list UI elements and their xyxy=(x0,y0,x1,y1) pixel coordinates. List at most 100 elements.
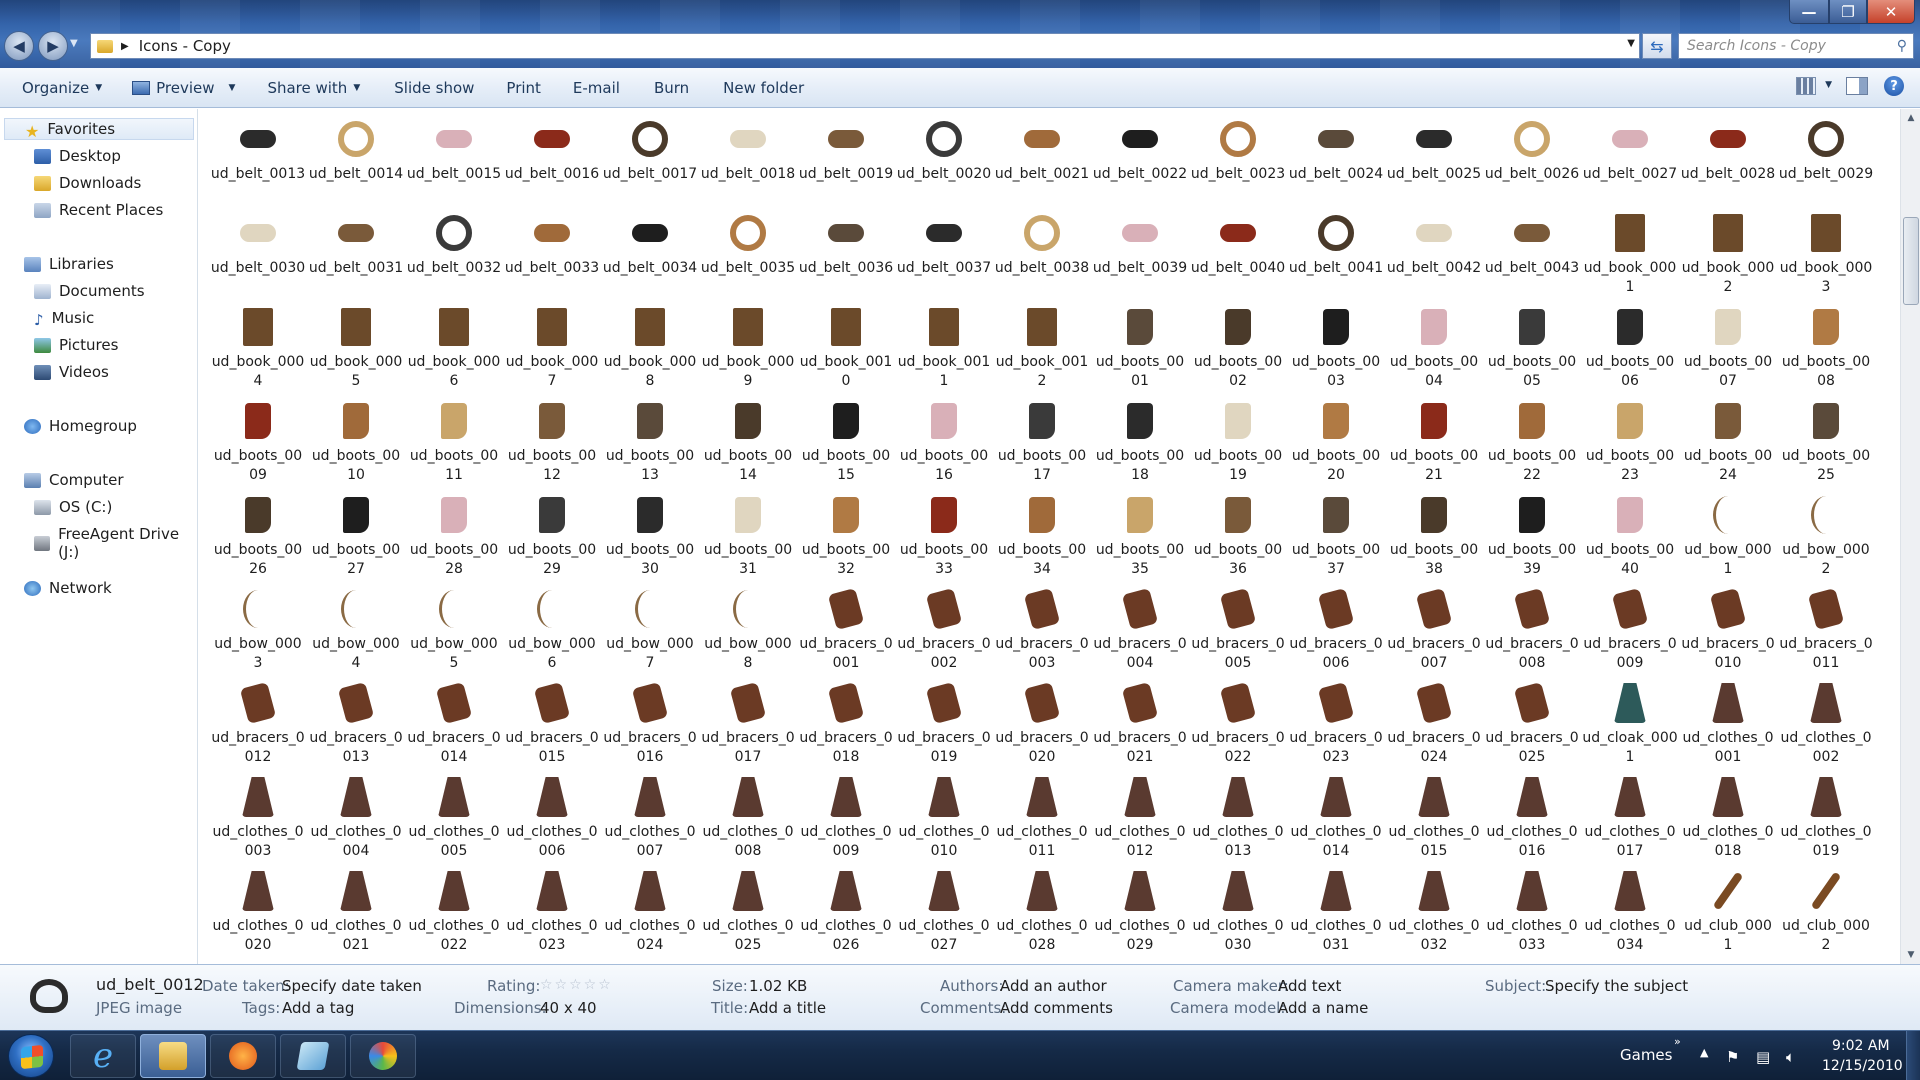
file-thumbnail[interactable] xyxy=(1412,117,1456,161)
file-item[interactable]: ud_clothes_0020 xyxy=(209,867,307,961)
file-name-label[interactable]: ud_bracers_0013 xyxy=(308,729,404,767)
file-name-label[interactable]: ud_bracers_0017 xyxy=(700,729,796,767)
file-item[interactable]: ud_clothes_0019 xyxy=(1777,773,1875,867)
file-item[interactable]: ud_belt_0019 xyxy=(797,115,895,209)
file-name-label[interactable]: ud_boots_0025 xyxy=(1778,447,1874,485)
file-item[interactable]: ud_belt_0034 xyxy=(601,209,699,303)
taskbar-internet-explorer[interactable]: e xyxy=(70,1034,136,1078)
file-item[interactable]: ud_boots_0007 xyxy=(1679,303,1777,397)
file-item[interactable]: ud_belt_0039 xyxy=(1091,209,1189,303)
file-name-label[interactable]: ud_bracers_0007 xyxy=(1386,635,1482,673)
file-item[interactable]: ud_clothes_0014 xyxy=(1287,773,1385,867)
file-list[interactable]: ud_belt_0013 ud_belt_0014 ud_belt_0015 ud_b… xyxy=(199,109,1900,964)
file-name-label[interactable]: ud_boots_0013 xyxy=(602,447,698,485)
file-thumbnail[interactable] xyxy=(1412,211,1456,255)
file-name-label[interactable]: ud_book_0001 xyxy=(1582,259,1678,297)
file-name-label[interactable]: ud_boots_0014 xyxy=(700,447,796,485)
file-thumbnail[interactable] xyxy=(236,775,280,819)
file-name-label[interactable]: ud_clothes_0014 xyxy=(1288,823,1384,861)
file-item[interactable]: ud_clothes_0017 xyxy=(1581,773,1679,867)
file-name-label[interactable]: ud_boots_0037 xyxy=(1288,541,1384,579)
file-item[interactable]: ud_boots_0013 xyxy=(601,397,699,491)
file-thumbnail[interactable] xyxy=(726,681,770,725)
file-name-label[interactable]: ud_bow_0005 xyxy=(406,635,502,673)
file-thumbnail[interactable] xyxy=(1118,493,1162,537)
breadcrumb-current-folder[interactable]: Icons - Copy xyxy=(139,37,231,55)
file-thumbnail[interactable] xyxy=(922,399,966,443)
file-thumbnail[interactable] xyxy=(1216,117,1260,161)
file-name-label[interactable]: ud_bracers_0011 xyxy=(1778,635,1874,673)
file-item[interactable]: ud_bracers_0008 xyxy=(1483,585,1581,679)
file-thumbnail[interactable] xyxy=(1706,305,1750,349)
file-name-label[interactable]: ud_belt_0015 xyxy=(406,165,502,184)
file-item[interactable]: ud_clothes_0004 xyxy=(307,773,405,867)
file-item[interactable]: ud_clothes_0018 xyxy=(1679,773,1777,867)
file-item[interactable]: ud_bracers_0012 xyxy=(209,679,307,773)
file-item[interactable]: ud_belt_0025 xyxy=(1385,115,1483,209)
file-thumbnail[interactable] xyxy=(530,493,574,537)
slide-show-button[interactable]: Slide show xyxy=(372,68,486,107)
vertical-scrollbar[interactable]: ▲ ▼ xyxy=(1900,109,1920,964)
file-thumbnail[interactable] xyxy=(922,587,966,631)
file-name-label[interactable]: ud_clothes_0033 xyxy=(1484,917,1580,955)
file-name-label[interactable]: ud_boots_0004 xyxy=(1386,353,1482,391)
subject-field[interactable]: Specify the subject xyxy=(1545,977,1688,995)
file-item[interactable]: ud_bow_0002 xyxy=(1777,491,1875,585)
file-name-label[interactable]: ud_bracers_0016 xyxy=(602,729,698,767)
file-item[interactable]: ud_belt_0038 xyxy=(993,209,1091,303)
nav-downloads[interactable]: Downloads xyxy=(34,174,141,192)
file-name-label[interactable]: ud_book_0004 xyxy=(210,353,306,391)
file-item[interactable]: ud_belt_0032 xyxy=(405,209,503,303)
file-thumbnail[interactable] xyxy=(1706,211,1750,255)
file-thumbnail[interactable] xyxy=(1412,681,1456,725)
file-name-label[interactable]: ud_clothes_0011 xyxy=(994,823,1090,861)
file-item[interactable]: ud_clothes_0007 xyxy=(601,773,699,867)
file-thumbnail[interactable] xyxy=(432,211,476,255)
file-name-label[interactable]: ud_boots_0026 xyxy=(210,541,306,579)
file-name-label[interactable]: ud_clothes_0009 xyxy=(798,823,894,861)
file-item[interactable]: ud_boots_0038 xyxy=(1385,491,1483,585)
file-name-label[interactable]: ud_bracers_0024 xyxy=(1386,729,1482,767)
file-name-label[interactable]: ud_boots_0015 xyxy=(798,447,894,485)
file-thumbnail[interactable] xyxy=(726,587,770,631)
taskbar-paint[interactable] xyxy=(350,1034,416,1078)
file-item[interactable]: ud_clothes_0008 xyxy=(699,773,797,867)
file-item[interactable]: ud_clothes_0025 xyxy=(699,867,797,961)
file-item[interactable]: ud_clothes_0026 xyxy=(797,867,895,961)
file-thumbnail[interactable] xyxy=(726,117,770,161)
file-item[interactable]: ud_bracers_0009 xyxy=(1581,585,1679,679)
file-item[interactable]: ud_clothes_0005 xyxy=(405,773,503,867)
file-item[interactable]: ud_boots_0028 xyxy=(405,491,503,585)
file-name-label[interactable]: ud_book_0010 xyxy=(798,353,894,391)
file-item[interactable]: ud_clothes_0023 xyxy=(503,867,601,961)
file-name-label[interactable]: ud_boots_0038 xyxy=(1386,541,1482,579)
file-thumbnail[interactable] xyxy=(1510,587,1554,631)
file-name-label[interactable]: ud_bracers_0014 xyxy=(406,729,502,767)
file-thumbnail[interactable] xyxy=(1608,399,1652,443)
file-item[interactable]: ud_boots_0019 xyxy=(1189,397,1287,491)
close-button[interactable]: ✕ xyxy=(1867,0,1915,24)
file-name-label[interactable]: ud_cloak_0001 xyxy=(1582,729,1678,767)
file-thumbnail[interactable] xyxy=(1804,117,1848,161)
file-thumbnail[interactable] xyxy=(726,211,770,255)
file-name-label[interactable]: ud_bracers_0004 xyxy=(1092,635,1188,673)
print-button[interactable]: Print xyxy=(486,68,553,107)
file-item[interactable]: ud_belt_0023 xyxy=(1189,115,1287,209)
file-name-label[interactable]: ud_book_0011 xyxy=(896,353,992,391)
file-name-label[interactable]: ud_boots_0024 xyxy=(1680,447,1776,485)
file-item[interactable]: ud_clothes_0015 xyxy=(1385,773,1483,867)
file-thumbnail[interactable] xyxy=(628,211,672,255)
search-input[interactable]: Search Icons - Copy ⚲ xyxy=(1678,33,1914,59)
file-name-label[interactable]: ud_boots_0009 xyxy=(210,447,306,485)
file-item[interactable]: ud_clothes_0011 xyxy=(993,773,1091,867)
file-item[interactable]: ud_bracers_0001 xyxy=(797,585,895,679)
file-item[interactable]: ud_clothes_0028 xyxy=(993,867,1091,961)
file-item[interactable]: ud_boots_0022 xyxy=(1483,397,1581,491)
file-thumbnail[interactable] xyxy=(1608,681,1652,725)
file-name-label[interactable]: ud_belt_0039 xyxy=(1092,259,1188,278)
file-name-label[interactable]: ud_belt_0013 xyxy=(210,165,306,184)
change-view-icon[interactable] xyxy=(1796,77,1816,95)
file-item[interactable]: ud_belt_0042 xyxy=(1385,209,1483,303)
nav-documents[interactable]: Documents xyxy=(34,282,145,300)
file-thumbnail[interactable] xyxy=(1412,587,1456,631)
